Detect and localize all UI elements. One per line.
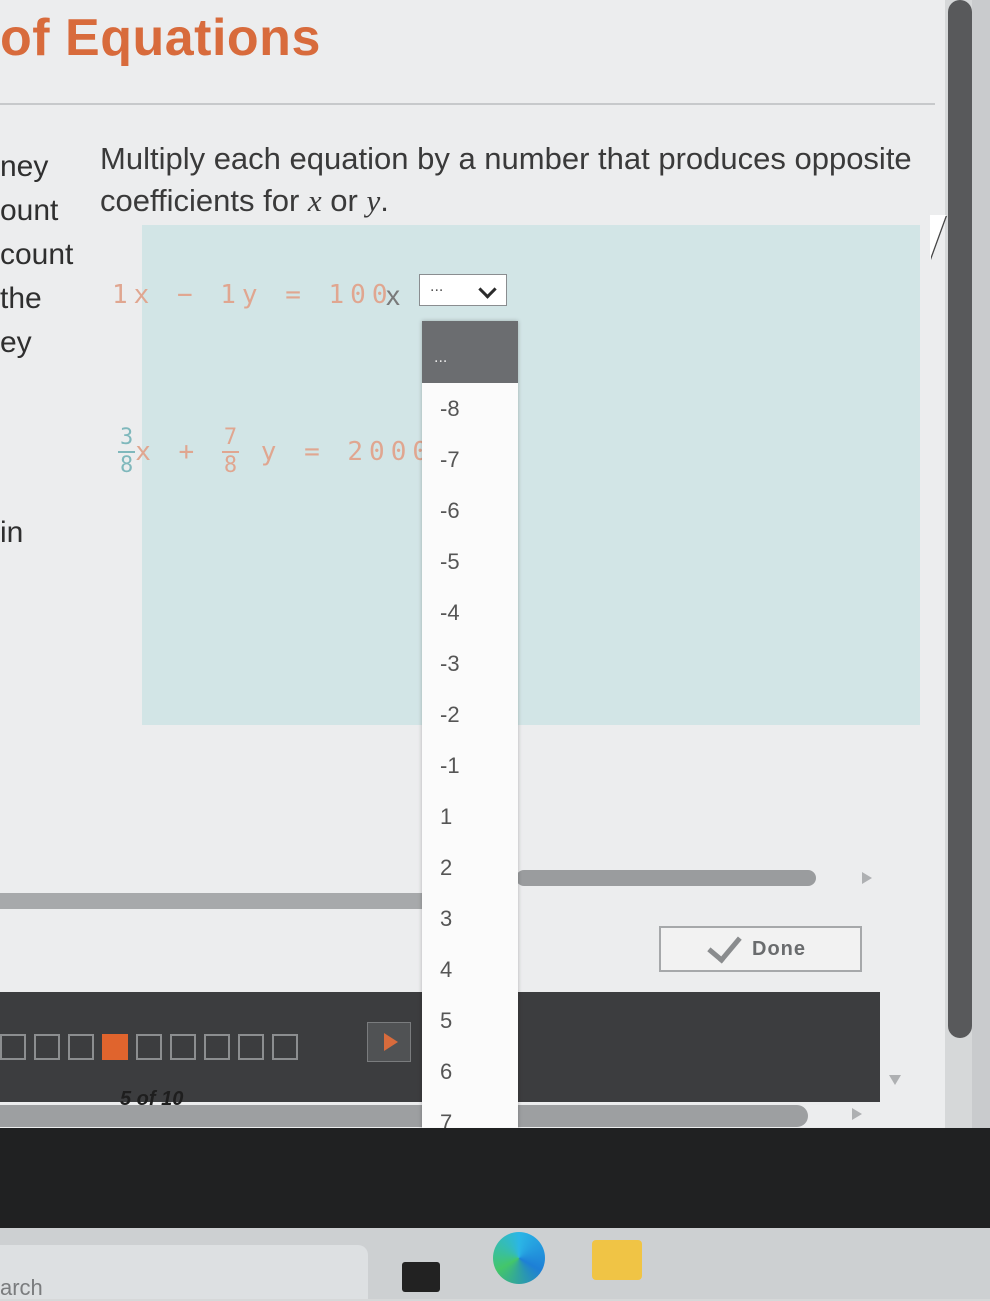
scroll-down-arrow-icon[interactable]	[889, 1075, 901, 1085]
play-arrow-icon	[384, 1033, 398, 1051]
dropdown-option[interactable]: -2	[422, 689, 518, 740]
search-text: arch	[0, 1275, 43, 1300]
dropdown-option-placeholder[interactable]: ...	[422, 321, 518, 383]
instruction-text: Multiply each equation by a number that …	[100, 141, 912, 218]
left-fragment: ey	[0, 326, 32, 359]
edge-browser-icon[interactable]	[493, 1232, 545, 1284]
multiply-symbol-1: x	[386, 280, 400, 311]
equation-2: 3 8 x + 7 8 y = 2000x	[118, 425, 456, 478]
dropdown-option[interactable]: -8	[422, 383, 518, 434]
title-divider	[0, 103, 935, 105]
page-title: of Equations	[0, 9, 321, 67]
file-explorer-icon[interactable]	[592, 1240, 642, 1280]
chevron-down-icon	[478, 280, 497, 299]
monitor-bezel	[0, 1128, 990, 1228]
dropdown-option[interactable]: 2	[422, 842, 518, 893]
dropdown-option[interactable]: -5	[422, 536, 518, 587]
progress-square[interactable]	[0, 1034, 26, 1060]
progress-square[interactable]	[170, 1034, 196, 1060]
vertical-scroll-track[interactable]	[972, 0, 990, 1130]
mouse-pointer-icon	[930, 215, 946, 259]
horizontal-scrollbar-thumb[interactable]	[516, 870, 816, 886]
lower-scrollbar[interactable]	[0, 1105, 808, 1127]
store-icon[interactable]	[402, 1262, 440, 1292]
scroll-right-arrow-icon[interactable]	[862, 872, 872, 884]
fraction-3-8: 3 8	[118, 425, 136, 478]
multiplier-dropdown-list[interactable]: ... -8 -7 -6 -5 -4 -3 -2 -1 1 2 3 4 5 6 …	[422, 321, 518, 1216]
done-button[interactable]: Done	[659, 926, 862, 972]
progress-squares	[0, 1034, 298, 1060]
dropdown-option[interactable]: 1	[422, 791, 518, 842]
taskbar-search-box[interactable]: arch	[0, 1245, 368, 1300]
dropdown-option[interactable]: -7	[422, 434, 518, 485]
dropdown-option[interactable]: 6	[422, 1046, 518, 1097]
left-fragment: ney	[0, 150, 49, 183]
dropdown-option[interactable]: -4	[422, 587, 518, 638]
progress-square[interactable]	[68, 1034, 94, 1060]
dropdown-option[interactable]: 4	[422, 944, 518, 995]
var-y: y	[366, 183, 381, 218]
dropdown-option[interactable]: 5	[422, 995, 518, 1046]
progress-square[interactable]	[204, 1034, 230, 1060]
var-x: x	[307, 183, 322, 218]
progress-square[interactable]	[34, 1034, 60, 1060]
progress-square[interactable]	[238, 1034, 264, 1060]
fraction-7-8: 7 8	[221, 425, 240, 478]
left-panel-text: ney ount count the ey	[0, 145, 73, 365]
equation-1: 1x − 1y = 100	[112, 280, 394, 310]
multiplier-select[interactable]: ...	[419, 274, 507, 306]
left-fragment: the	[0, 282, 42, 315]
progress-square-current[interactable]	[102, 1034, 128, 1060]
progress-square[interactable]	[272, 1034, 298, 1060]
horizontal-scrollbar-left[interactable]	[0, 893, 424, 909]
lower-scroll-right-arrow-icon[interactable]	[852, 1108, 862, 1120]
next-button[interactable]	[367, 1022, 411, 1062]
checkmark-icon	[707, 927, 742, 963]
left-fragment: count	[0, 238, 74, 271]
vertical-scrollbar-thumb[interactable]	[948, 0, 972, 1038]
left-fragment: ount	[0, 194, 59, 227]
dropdown-option[interactable]: -6	[422, 485, 518, 536]
progress-square[interactable]	[136, 1034, 162, 1060]
select-value: ...	[430, 278, 444, 295]
dropdown-option[interactable]: 3	[422, 893, 518, 944]
dropdown-option[interactable]: -1	[422, 740, 518, 791]
dropdown-option[interactable]: -3	[422, 638, 518, 689]
left-fragment-in: in	[0, 516, 24, 549]
